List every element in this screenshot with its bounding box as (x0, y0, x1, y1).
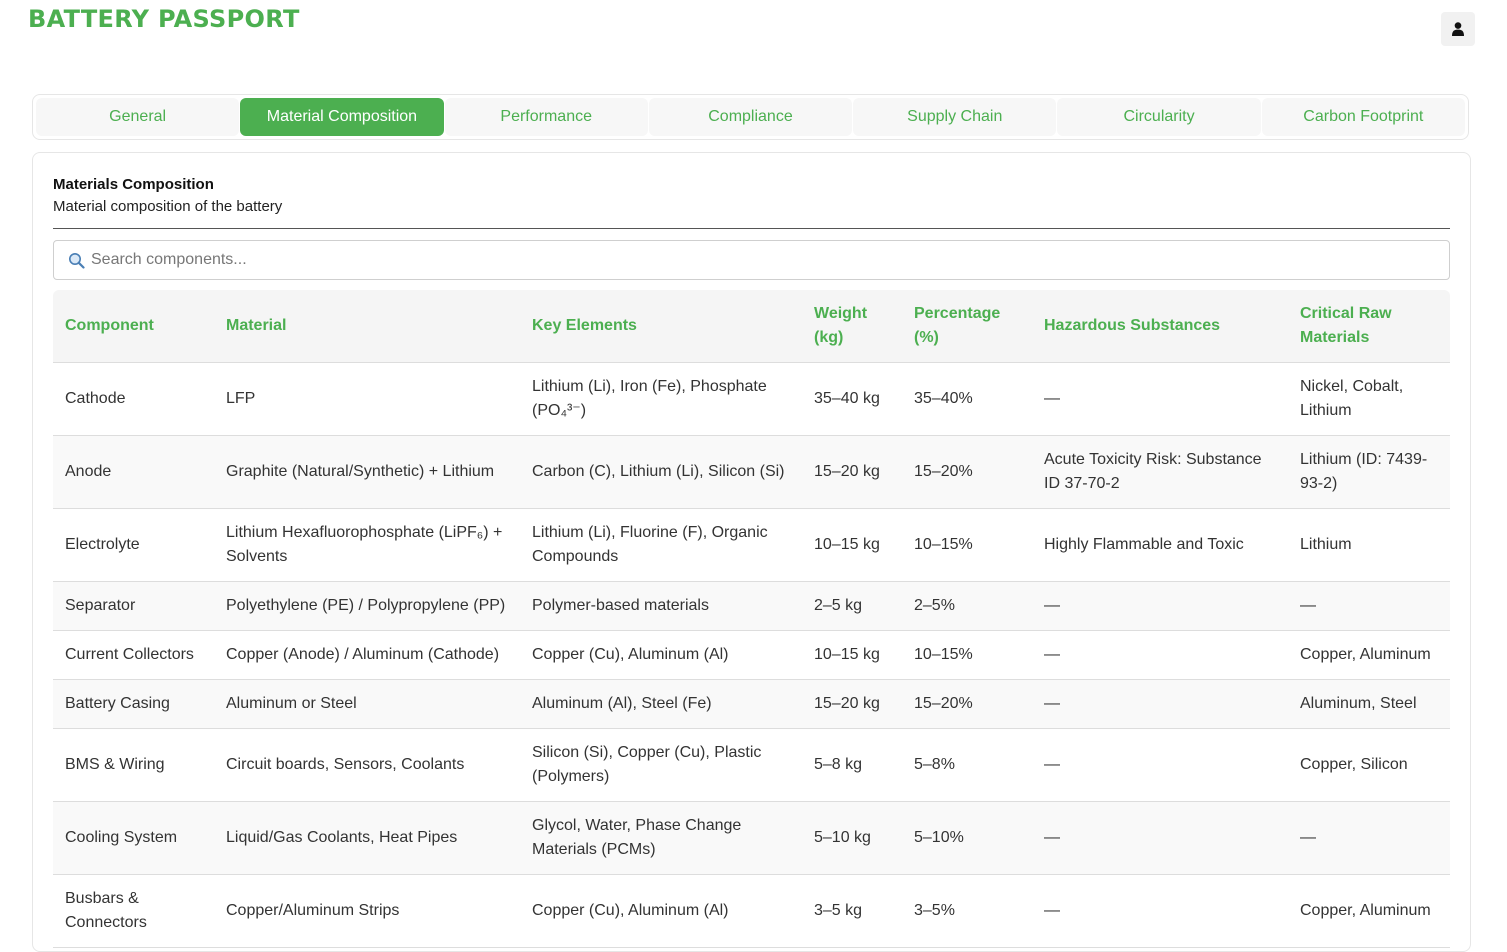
table-row: Electrolyte Lithium Hexafluorophosphate … (53, 508, 1450, 582)
table-cell: Graphite (Natural/Synthetic) + Lithium (214, 435, 520, 509)
table-cell: — (1288, 581, 1450, 631)
table-cell: 5–8 kg (802, 728, 902, 802)
materials-table: Component Material Key Elements Weight (… (53, 290, 1450, 948)
table-cell: Anode (53, 435, 214, 509)
tab-supply-chain[interactable]: Supply Chain (853, 98, 1057, 136)
table-header-row: Component Material Key Elements Weight (… (53, 290, 1450, 363)
table-cell: — (1032, 728, 1288, 802)
table-cell: 15–20 kg (802, 679, 902, 729)
tab-circularity[interactable]: Circularity (1057, 98, 1261, 136)
table-cell: — (1032, 679, 1288, 729)
table-cell: 2–5% (902, 581, 1032, 631)
table-cell: 5–10 kg (802, 801, 902, 875)
table-cell: 3–5 kg (802, 874, 902, 948)
table-cell: Highly Flammable and Toxic (1032, 508, 1288, 582)
table-cell: 15–20% (902, 435, 1032, 509)
table-cell: Lithium Hexafluorophosphate (LiPF₆) + So… (214, 508, 520, 582)
table-cell: Aluminum, Steel (1288, 679, 1450, 729)
table-cell: Nickel, Cobalt, Lithium (1288, 362, 1450, 436)
table-cell: Lithium (1288, 508, 1450, 582)
table-cell: Copper (Cu), Aluminum (Al) (520, 874, 802, 948)
table-cell: Glycol, Water, Phase Change Materials (P… (520, 801, 802, 875)
table-cell: Copper (Anode) / Aluminum (Cathode) (214, 630, 520, 680)
table-cell: LFP (214, 362, 520, 436)
table-cell: Copper, Aluminum (1288, 874, 1450, 948)
table-cell: Polymer-based materials (520, 581, 802, 631)
table-cell: 10–15 kg (802, 630, 902, 680)
table-cell: Liquid/Gas Coolants, Heat Pipes (214, 801, 520, 875)
table-cell: Electrolyte (53, 508, 214, 582)
table-row: BMS & Wiring Circuit boards, Sensors, Co… (53, 728, 1450, 802)
table-cell: Acute Toxicity Risk: Substance ID 37-70-… (1032, 435, 1288, 509)
table-cell: 3–5% (902, 874, 1032, 948)
table-cell: Lithium (Li), Fluorine (F), Organic Comp… (520, 508, 802, 582)
column-header[interactable]: Critical Raw Materials (1288, 290, 1450, 363)
table-cell: 5–10% (902, 801, 1032, 875)
app-title: BATTERY PASSPORT (28, 5, 300, 33)
section-subtitle: Material composition of the battery (53, 198, 283, 215)
table-row: Busbars & Connectors Copper/Aluminum Str… (53, 874, 1450, 948)
tab-general[interactable]: General (36, 98, 240, 136)
table-cell: 15–20% (902, 679, 1032, 729)
column-header[interactable]: Hazardous Substances (1032, 290, 1288, 363)
table-row: Current Collectors Copper (Anode) / Alum… (53, 630, 1450, 680)
section-title: Materials Composition (53, 176, 214, 193)
tab-bar: General Material Composition Performance… (32, 94, 1469, 140)
table-cell: 10–15% (902, 630, 1032, 680)
column-header[interactable]: Component (53, 290, 214, 363)
table-cell: Current Collectors (53, 630, 214, 680)
section-divider (53, 228, 1450, 229)
table-cell: Copper/Aluminum Strips (214, 874, 520, 948)
table-cell: Lithium (ID: 7439-93-2) (1288, 435, 1450, 509)
table-cell: Copper, Silicon (1288, 728, 1450, 802)
table-cell: — (1032, 630, 1288, 680)
table-cell: Silicon (Si), Copper (Cu), Plastic (Poly… (520, 728, 802, 802)
table-cell: Battery Casing (53, 679, 214, 729)
table-cell: Cathode (53, 362, 214, 436)
column-header[interactable]: Material (214, 290, 520, 363)
column-header[interactable]: Weight (kg) (802, 290, 902, 363)
table-cell: — (1032, 581, 1288, 631)
table-cell: 2–5 kg (802, 581, 902, 631)
table-row: Cathode LFP Lithium (Li), Iron (Fe), Pho… (53, 362, 1450, 436)
table-cell: Copper, Aluminum (1288, 630, 1450, 680)
search-icon (69, 252, 85, 269)
column-header[interactable]: Key Elements (520, 290, 802, 363)
table-cell: Cooling System (53, 801, 214, 875)
table-cell: Busbars & Connectors (53, 874, 214, 948)
table-cell: BMS & Wiring (53, 728, 214, 802)
table-cell: Copper (Cu), Aluminum (Al) (520, 630, 802, 680)
table-cell: Aluminum or Steel (214, 679, 520, 729)
tab-carbon-footprint[interactable]: Carbon Footprint (1261, 98, 1465, 136)
table-cell: 5–8% (902, 728, 1032, 802)
user-menu-button[interactable] (1441, 12, 1475, 46)
table-cell: Carbon (C), Lithium (Li), Silicon (Si) (520, 435, 802, 509)
table-cell: 10–15 kg (802, 508, 902, 582)
table-cell: Aluminum (Al), Steel (Fe) (520, 679, 802, 729)
table-row: Cooling System Liquid/Gas Coolants, Heat… (53, 801, 1450, 875)
table-row: Anode Graphite (Natural/Synthetic) + Lit… (53, 435, 1450, 509)
tab-material-composition[interactable]: Material Composition (240, 98, 444, 136)
search-box (53, 240, 1450, 280)
table-cell: — (1288, 801, 1450, 875)
user-icon (1452, 22, 1464, 36)
table-cell: Circuit boards, Sensors, Coolants (214, 728, 520, 802)
search-input[interactable] (89, 250, 1449, 270)
table-row: Separator Polyethylene (PE) / Polypropyl… (53, 581, 1450, 631)
tab-compliance[interactable]: Compliance (648, 98, 853, 136)
table-cell: 10–15% (902, 508, 1032, 582)
table-cell: 35–40% (902, 362, 1032, 436)
table-cell: — (1032, 362, 1288, 436)
table-cell: — (1032, 874, 1288, 948)
table-cell: 35–40 kg (802, 362, 902, 436)
table-cell: Lithium (Li), Iron (Fe), Phosphate (PO₄³… (520, 362, 802, 436)
table-cell: Separator (53, 581, 214, 631)
column-header[interactable]: Percentage (%) (902, 290, 1032, 363)
tab-performance[interactable]: Performance (444, 98, 648, 136)
table-row: Battery Casing Aluminum or Steel Aluminu… (53, 679, 1450, 729)
table-cell: 15–20 kg (802, 435, 902, 509)
table-cell: — (1032, 801, 1288, 875)
materials-panel: Materials Composition Material compositi… (32, 152, 1471, 952)
table-cell: Polyethylene (PE) / Polypropylene (PP) (214, 581, 520, 631)
